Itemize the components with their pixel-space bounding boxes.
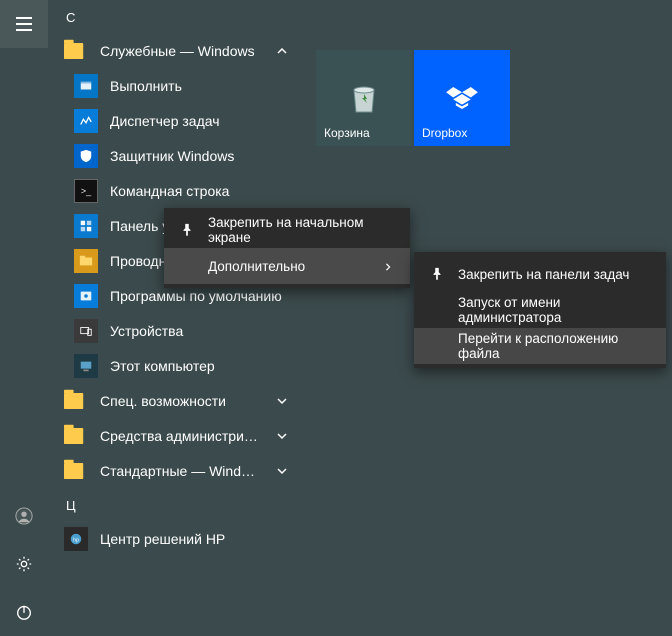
- folder-icon: [64, 389, 88, 413]
- control-panel-icon: [74, 214, 98, 238]
- item-label: Служебные — Windows: [100, 43, 260, 59]
- item-label: Устройства: [110, 323, 292, 339]
- tile-label: Dropbox: [422, 126, 467, 140]
- item-label: Программы по умолчанию: [110, 288, 292, 304]
- context-menu-primary: Закрепить на начальном экране Дополнител…: [164, 208, 410, 288]
- app-cmd[interactable]: >_ Командная строка: [56, 173, 300, 208]
- devices-icon: [74, 319, 98, 343]
- hamburger-icon: [15, 15, 33, 33]
- ctx-run-admin[interactable]: Запуск от имени администратора: [414, 292, 666, 328]
- tile-label: Корзина: [324, 126, 370, 140]
- context-menu-submenu: Закрепить на панели задач Запуск от имен…: [414, 252, 666, 368]
- explorer-icon: [74, 249, 98, 273]
- item-label: Командная строка: [110, 183, 292, 199]
- run-icon: [74, 74, 98, 98]
- folder-accessibility[interactable]: Спец. возможности: [56, 383, 300, 418]
- hamburger-button[interactable]: [0, 0, 48, 48]
- ctx-label: Перейти к расположению файла: [458, 331, 652, 361]
- chevron-down-icon: [272, 426, 292, 446]
- pin-icon: [178, 223, 196, 237]
- ctx-label: Закрепить на панели задач: [458, 267, 652, 282]
- ctx-label: Запуск от имени администратора: [458, 295, 652, 325]
- chevron-up-icon: [272, 41, 292, 61]
- pc-icon: [74, 354, 98, 378]
- dropbox-icon: [440, 76, 484, 120]
- gear-icon: [15, 555, 33, 573]
- item-label: Диспетчер задач: [110, 113, 292, 129]
- item-label: Этот компьютер: [110, 358, 292, 374]
- taskmgr-icon: [74, 109, 98, 133]
- shield-icon: [74, 144, 98, 168]
- app-devices[interactable]: Устройства: [56, 313, 300, 348]
- app-this-pc[interactable]: Этот компьютер: [56, 348, 300, 383]
- app-task-manager[interactable]: Диспетчер задач: [56, 103, 300, 138]
- pin-icon: [428, 267, 446, 281]
- folder-icon: [64, 459, 88, 483]
- chevron-down-icon: [272, 391, 292, 411]
- item-label: Защитник Windows: [110, 148, 292, 164]
- ctx-more[interactable]: Дополнительно: [164, 248, 410, 284]
- svg-text:hp: hp: [73, 537, 79, 543]
- user-button[interactable]: [0, 492, 48, 540]
- chevron-down-icon: [272, 461, 292, 481]
- folder-standard[interactable]: Стандартные — Windows: [56, 453, 300, 488]
- folder-icon: [64, 424, 88, 448]
- app-run[interactable]: Выполнить: [56, 68, 300, 103]
- user-icon: [15, 507, 33, 525]
- nav-rail: [0, 0, 48, 636]
- tile-dropbox[interactable]: Dropbox: [414, 50, 510, 146]
- item-label: Спец. возможности: [100, 393, 260, 409]
- tile-group: Корзина Dropbox: [316, 50, 510, 146]
- chevron-right-icon: [384, 259, 396, 274]
- item-label: Выполнить: [110, 78, 292, 94]
- item-label: Стандартные — Windows: [100, 463, 260, 479]
- item-label: Средства администрировани…: [100, 428, 260, 444]
- cmd-icon: >_: [74, 179, 98, 203]
- tile-recycle-bin[interactable]: Корзина: [316, 50, 412, 146]
- folder-admin-tools[interactable]: Средства администрировани…: [56, 418, 300, 453]
- ctx-pin-start[interactable]: Закрепить на начальном экране: [164, 212, 410, 248]
- ctx-label: Закрепить на начальном экране: [208, 215, 396, 245]
- ctx-pin-taskbar[interactable]: Закрепить на панели задач: [414, 256, 666, 292]
- settings-button[interactable]: [0, 540, 48, 588]
- power-button[interactable]: [0, 588, 48, 636]
- item-label: Центр решений HP: [100, 531, 292, 547]
- recycle-bin-icon: [344, 78, 384, 118]
- ctx-open-location[interactable]: Перейти к расположению файла: [414, 328, 666, 364]
- hp-icon: hp: [64, 527, 88, 551]
- folder-icon: [64, 39, 88, 63]
- defaults-icon: [74, 284, 98, 308]
- power-icon: [15, 603, 33, 621]
- folder-system-tools[interactable]: Служебные — Windows: [56, 33, 300, 68]
- app-defender[interactable]: Защитник Windows: [56, 138, 300, 173]
- ctx-label: Дополнительно: [208, 259, 372, 274]
- letter-header-c[interactable]: С: [56, 0, 300, 33]
- app-hp-center[interactable]: hp Центр решений HP: [56, 521, 300, 556]
- letter-header-ts[interactable]: Ц: [56, 488, 300, 521]
